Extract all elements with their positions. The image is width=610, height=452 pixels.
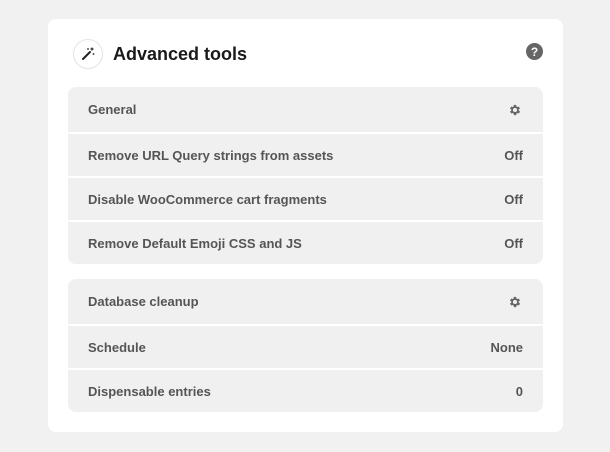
setting-value: 0 xyxy=(515,383,523,399)
setting-row-dispensable-entries[interactable]: Dispensable entries 0 xyxy=(68,368,543,412)
section-title: Database cleanup xyxy=(88,294,199,309)
gear-icon[interactable] xyxy=(507,102,523,118)
setting-row-disable-cart-fragments[interactable]: Disable WooCommerce cart fragments Off xyxy=(68,176,543,220)
setting-label: Disable WooCommerce cart fragments xyxy=(88,191,327,207)
card-title: Advanced tools xyxy=(113,44,248,64)
gear-icon[interactable] xyxy=(507,294,523,310)
setting-label: Dispensable entries xyxy=(88,383,211,399)
general-section: General Remove URL Query strings from as… xyxy=(68,87,543,264)
setting-row-remove-query-strings[interactable]: Remove URL Query strings from assets Off xyxy=(68,132,543,176)
card-header: Advanced tools ? xyxy=(48,19,563,87)
setting-value: None xyxy=(490,339,524,355)
setting-row-remove-emoji[interactable]: Remove Default Emoji CSS and JS Off xyxy=(68,220,543,264)
setting-label: Remove Default Emoji CSS and JS xyxy=(88,235,302,251)
question-mark-icon[interactable]: ? xyxy=(526,43,543,60)
section-header-general: General xyxy=(68,87,543,132)
setting-value: Off xyxy=(504,191,523,207)
advanced-tools-card: Advanced tools ? General Remove URL Quer… xyxy=(48,19,563,432)
section-header-database-cleanup: Database cleanup xyxy=(68,279,543,324)
section-title: General xyxy=(88,102,137,117)
setting-value: Off xyxy=(504,147,523,163)
setting-value: Off xyxy=(504,235,523,251)
setting-label: Remove URL Query strings from assets xyxy=(88,147,334,163)
magic-wand-icon xyxy=(73,39,103,69)
database-cleanup-section: Database cleanup Schedule None Dispensab… xyxy=(68,279,543,412)
setting-label: Schedule xyxy=(88,339,146,355)
setting-row-schedule[interactable]: Schedule None xyxy=(68,324,543,368)
